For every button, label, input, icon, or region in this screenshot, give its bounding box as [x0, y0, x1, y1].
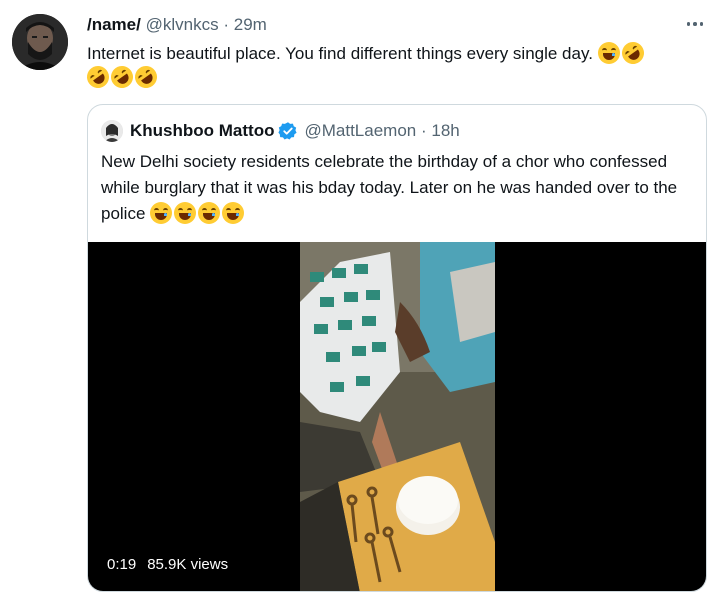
quoted-header-separator: ·: [416, 120, 431, 142]
quoted-author-handle[interactable]: @MattLaemon: [304, 120, 416, 142]
quoted-author-display-name[interactable]: Khushboo Mattoo: [130, 120, 274, 142]
face-with-tears-of-joy-icon: [597, 42, 620, 64]
face-with-tears-of-joy-icon: [150, 202, 173, 224]
face-with-tears-of-joy-icon: [174, 202, 197, 224]
video-frame: [300, 242, 495, 591]
tweet-timestamp[interactable]: 29m: [234, 15, 267, 34]
quoted-tweet[interactable]: Khushboo Mattoo @MattLaemon · 18h New De…: [87, 104, 707, 592]
video-info: 0:19 85.9K views: [107, 555, 228, 575]
quoted-author-avatar[interactable]: [101, 120, 123, 142]
face-with-tears-of-joy-icon: [222, 202, 245, 224]
video-player[interactable]: 0:19 85.9K views: [88, 242, 706, 591]
quoted-tweet-text: New Delhi society residents celebrate th…: [101, 149, 696, 227]
rolling-on-the-floor-laughing-icon: [82, 61, 114, 93]
verified-badge-icon: [278, 121, 298, 141]
author-display-name[interactable]: /name/: [87, 15, 141, 34]
face-with-tears-of-joy-icon: [198, 202, 221, 224]
more-horizontal-icon[interactable]: [684, 13, 706, 35]
author-handle[interactable]: @klvnkcs: [146, 15, 219, 34]
video-duration: 0:19: [107, 556, 137, 573]
author-avatar[interactable]: [12, 14, 68, 70]
tweet-text: Internet is beautiful place. You find di…: [82, 37, 699, 93]
quoted-tweet-timestamp[interactable]: 18h: [431, 120, 459, 142]
rolling-on-the-floor-laughing-icon: [106, 61, 138, 93]
tweet[interactable]: /name/ @klvnkcs · 29m Internet is beauti…: [0, 0, 720, 607]
quoted-tweet-header: Khushboo Mattoo @MattLaemon · 18h: [130, 120, 694, 142]
tweet-header: /name/ @klvnkcs · 29m: [87, 14, 660, 36]
video-views: 85.9K views: [147, 556, 229, 573]
rolling-on-the-floor-laughing-icon: [130, 61, 162, 93]
quoted-separator-text: ·: [420, 121, 427, 140]
tweet-text-body: Internet is beautiful place. You find di…: [87, 44, 593, 63]
rolling-on-the-floor-laughing-icon: [617, 37, 648, 69]
header-separator: ·: [223, 15, 229, 34]
